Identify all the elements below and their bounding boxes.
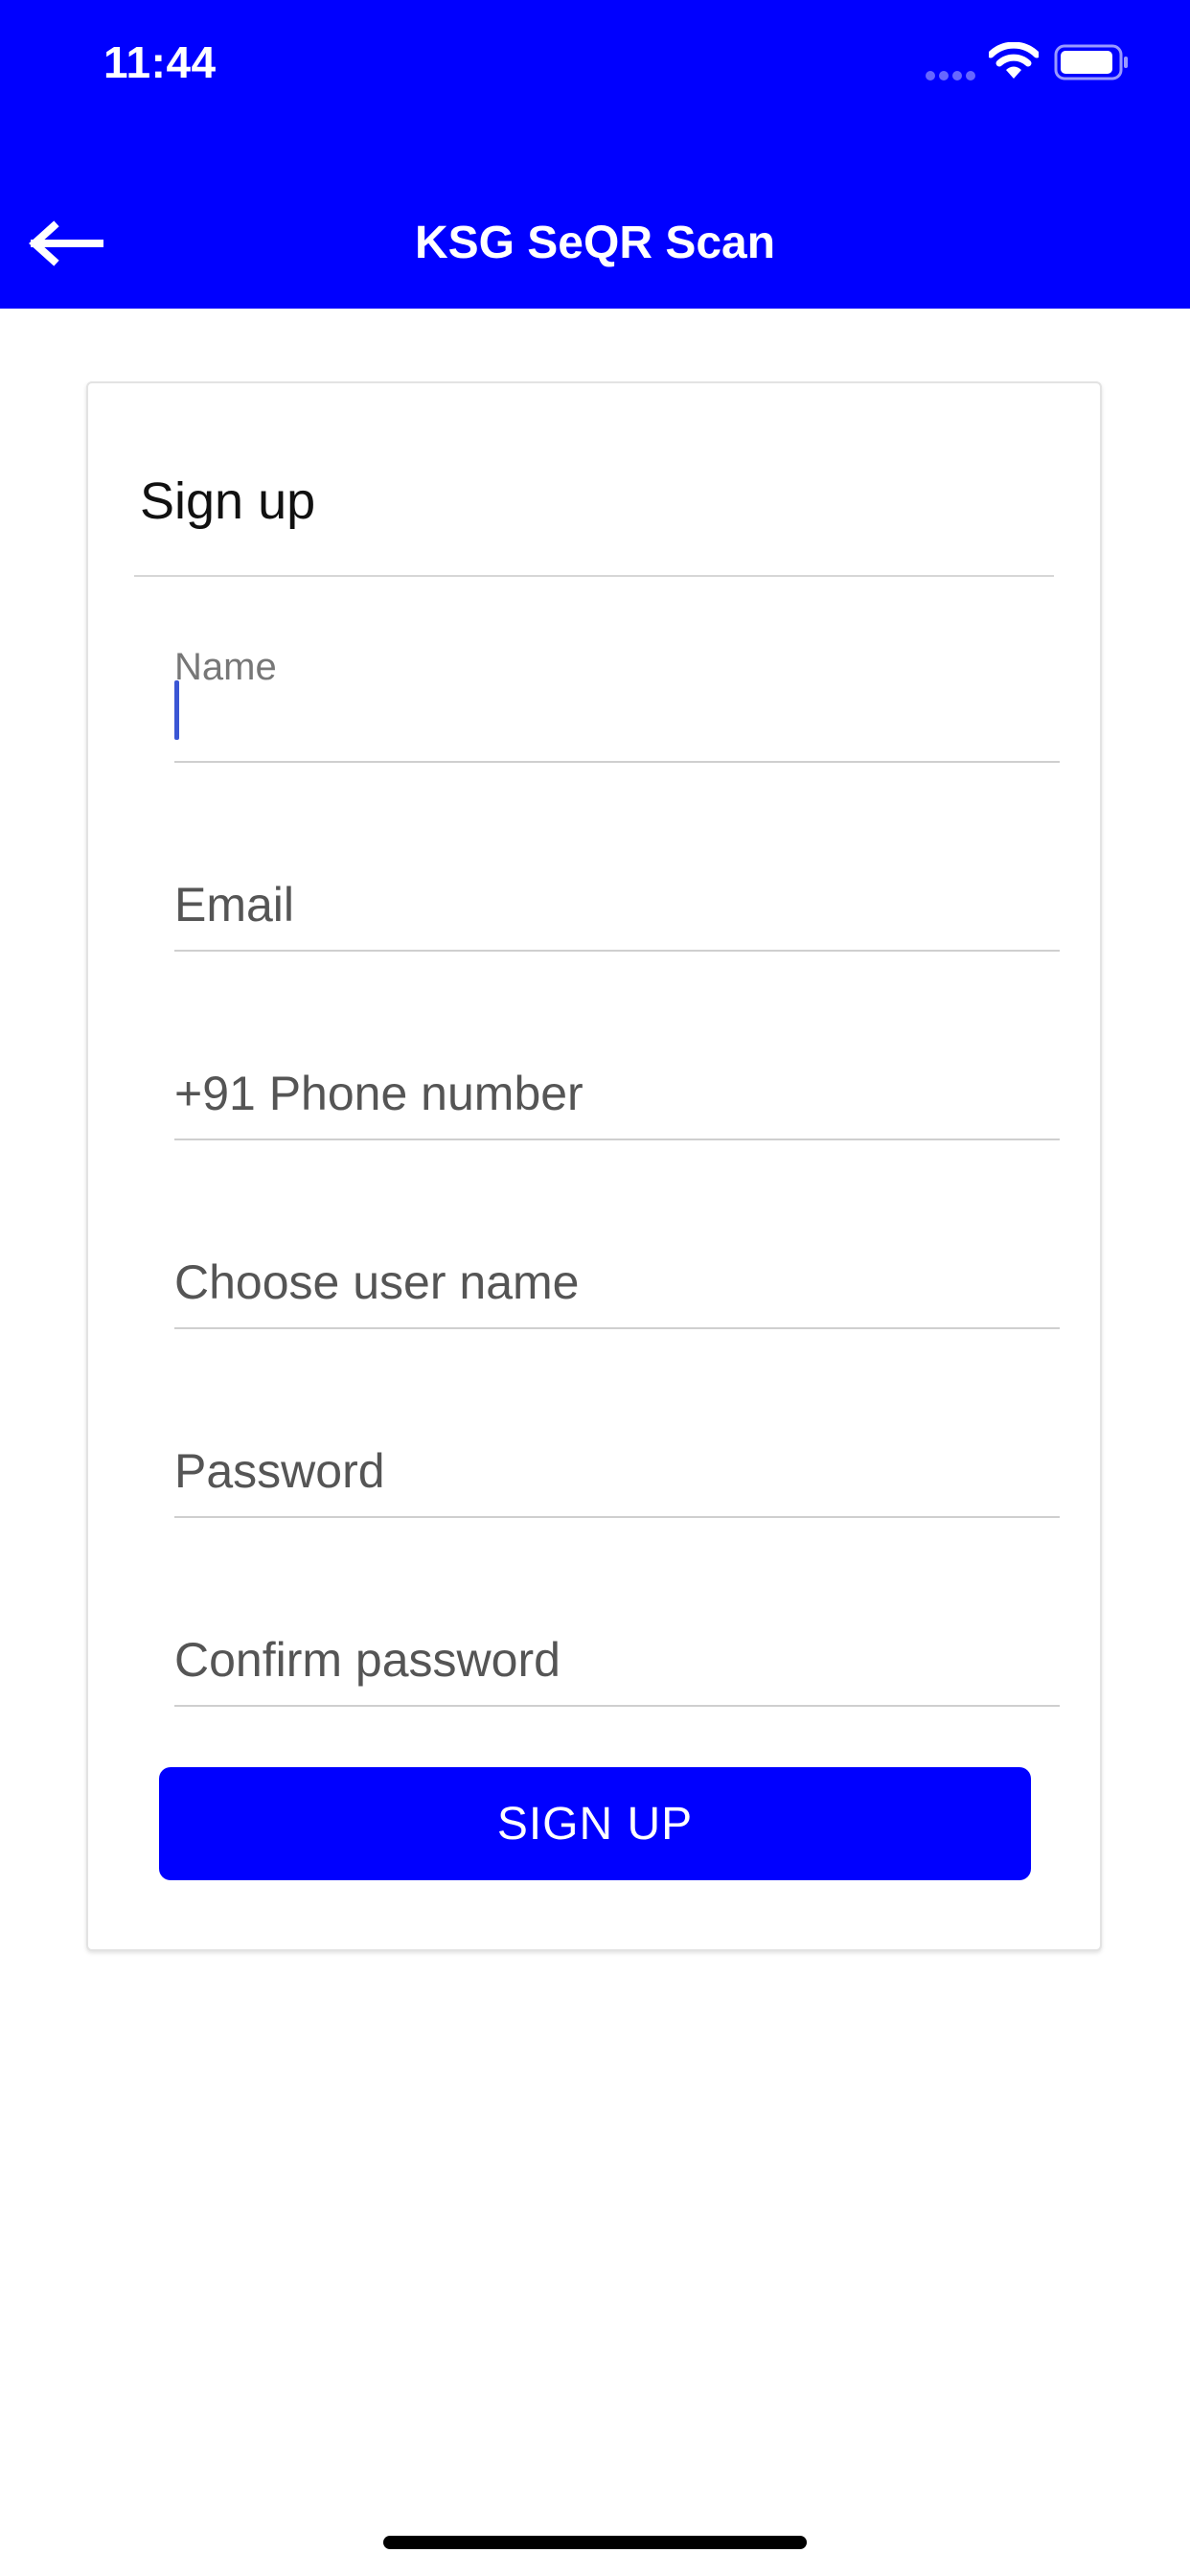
name-input[interactable]: [174, 678, 1060, 755]
email-input[interactable]: [174, 867, 1060, 944]
field-underline: [174, 761, 1060, 763]
email-field[interactable]: Email: [174, 837, 1060, 952]
signup-card: Sign up Name Email +91 Phone number Choo…: [86, 381, 1102, 1951]
confirm-password-input[interactable]: [174, 1622, 1060, 1699]
name-field[interactable]: Name: [174, 646, 1060, 763]
phone-input[interactable]: [174, 1056, 1060, 1133]
divider: [134, 575, 1054, 577]
phone-field[interactable]: +91 Phone number: [174, 1025, 1060, 1140]
battery-icon: [1054, 44, 1128, 80]
confirm-password-field[interactable]: Confirm password: [174, 1592, 1060, 1707]
status-time: 11:44: [103, 37, 217, 87]
wifi-icon: [989, 42, 1039, 79]
card-title: Sign up: [140, 472, 316, 530]
password-field[interactable]: Password: [174, 1403, 1060, 1518]
app-header: 11:44 KSG SeQR Scan: [0, 0, 1190, 309]
password-input[interactable]: [174, 1434, 1060, 1510]
field-underline: [174, 1138, 1060, 1140]
cellular-signal-icon: [926, 71, 983, 80]
field-underline: [174, 950, 1060, 952]
home-indicator[interactable]: [383, 2536, 807, 2549]
field-underline: [174, 1327, 1060, 1329]
signup-button[interactable]: SIGN UP: [159, 1767, 1031, 1880]
username-field[interactable]: Choose user name: [174, 1214, 1060, 1329]
username-input[interactable]: [174, 1245, 1060, 1322]
nav-title: KSG SeQR Scan: [414, 218, 776, 268]
field-underline: [174, 1705, 1060, 1707]
field-underline: [174, 1516, 1060, 1518]
